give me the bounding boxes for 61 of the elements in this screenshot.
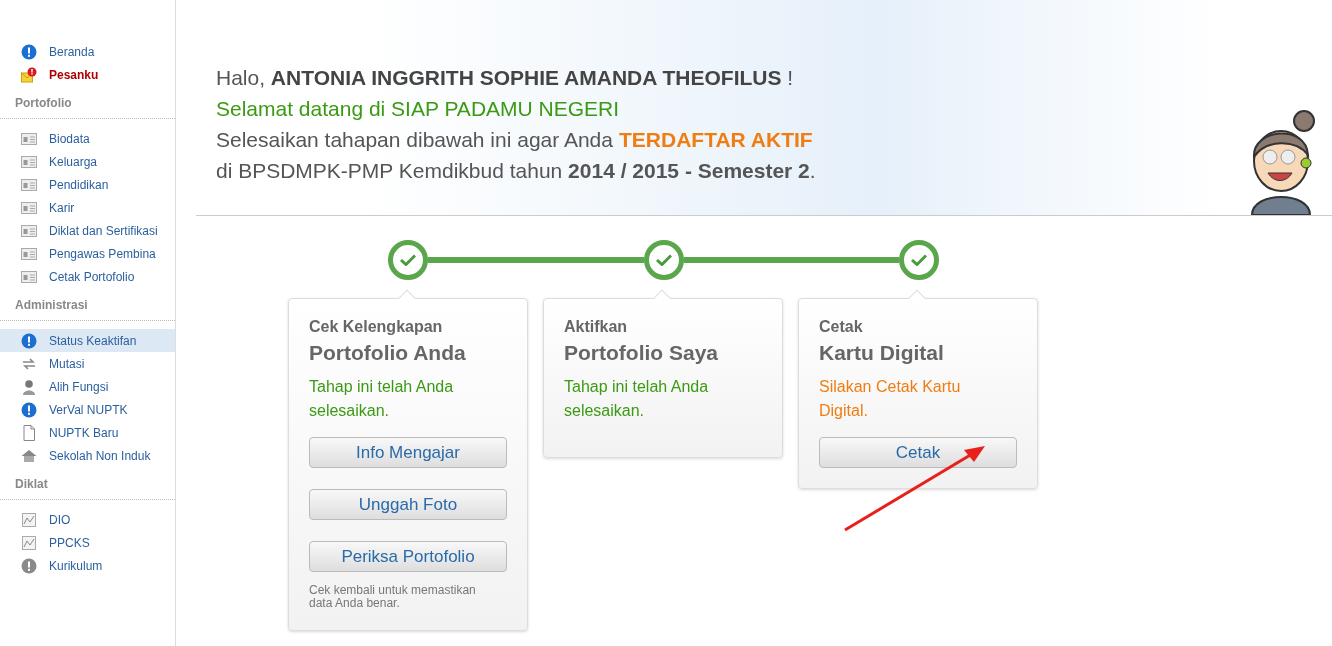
id-card-icon — [21, 222, 37, 239]
info-icon — [21, 332, 37, 349]
sidebar-item[interactable]: Diklat dan Sertifikasi — [0, 219, 175, 242]
house-icon — [21, 447, 37, 464]
step-message: Silakan Cetak Kartu Digital. — [819, 377, 962, 421]
check-icon — [655, 254, 672, 266]
sidebar-item[interactable]: Pengawas Pembina — [0, 242, 175, 265]
sidebar-item[interactable]: Sekolah Non Induk — [0, 444, 175, 467]
step-note: Cek kembali untuk memastikan data Anda benar. — [309, 584, 477, 610]
chart-icon — [21, 511, 37, 528]
check-icon — [400, 254, 416, 266]
step-message: Tahap ini telah Anda selesaikan. — [564, 377, 710, 421]
sidebar-item[interactable]: Status Keaktifan — [0, 329, 175, 352]
id-card-icon — [21, 130, 37, 147]
sidebar-item[interactable]: NUPTK Baru — [0, 421, 175, 444]
section-heading: Administrasi — [0, 296, 175, 321]
step-kicker: Cek Kelengkapan — [309, 317, 444, 337]
chart-icon — [21, 534, 37, 551]
sidebar-item[interactable]: Biodata — [0, 127, 175, 150]
sidebar-item[interactable]: Pesanku — [0, 63, 175, 86]
action-button[interactable]: Cetak — [819, 437, 1017, 468]
sidebar-item[interactable]: Alih Fungsi — [0, 375, 175, 398]
step-kicker: Cetak — [819, 317, 864, 337]
sidebar-item[interactable]: DIO — [0, 508, 175, 531]
document-icon — [21, 424, 37, 441]
sidebar-item[interactable]: Mutasi — [0, 352, 175, 375]
info-icon — [21, 43, 37, 60]
instruction-text: Selesaikan tahapan dibawah ini agar Anda — [216, 127, 613, 153]
status-highlight: TERDAFTAR AKTIF — [619, 127, 813, 153]
action-button[interactable]: Unggah Foto — [309, 489, 507, 520]
sidebar-item[interactable]: VerVal NUPTK — [0, 398, 175, 421]
sidebar-item[interactable]: Karir — [0, 196, 175, 219]
sidebar-item[interactable]: Beranda — [0, 40, 175, 63]
info-icon — [21, 401, 37, 418]
id-card-icon — [21, 199, 37, 216]
sidebar-item[interactable]: Pendidikan — [0, 173, 175, 196]
welcome-subtitle: Selamat datang di SIAP PADAMU NEGERI — [216, 96, 621, 122]
id-card-icon — [21, 176, 37, 193]
sidebar-item[interactable]: Cetak Portofolio — [0, 265, 175, 288]
step-title: Portofolio Saya — [564, 340, 720, 366]
greeting: Halo, ANTONIA INGGRITH SOPHIE AMANDA THEOFILUS ! — [216, 65, 795, 91]
id-card-icon — [21, 268, 37, 285]
id-card-icon — [21, 245, 37, 262]
sidebar-item[interactable]: Kurikulum — [0, 554, 175, 577]
sidebar-item[interactable]: Keluarga — [0, 150, 175, 173]
step-title: Kartu Digital — [819, 340, 945, 366]
id-card-icon — [21, 153, 37, 170]
step-message: Tahap ini telah Anda selesaikan. — [309, 377, 455, 421]
info-icon — [21, 557, 37, 574]
step-kicker: Aktifkan — [564, 317, 629, 337]
sidebar-item[interactable]: PPCKS — [0, 531, 175, 554]
swap-arrows-icon — [21, 355, 37, 372]
action-button[interactable]: Info Mengajar — [309, 437, 507, 468]
action-button[interactable]: Periksa Portofolio — [309, 541, 507, 572]
section-heading: Diklat — [0, 475, 175, 500]
check-icon — [911, 254, 927, 266]
person-icon — [21, 378, 37, 395]
mail-alert-icon — [21, 66, 37, 83]
period-text: di BPSDMPK-PMP Kemdikbud tahun 2014 / 2015 - Semester 2. — [216, 158, 816, 184]
section-heading: Portofolio — [0, 94, 175, 119]
step-title: Portofolio Anda — [309, 340, 467, 366]
